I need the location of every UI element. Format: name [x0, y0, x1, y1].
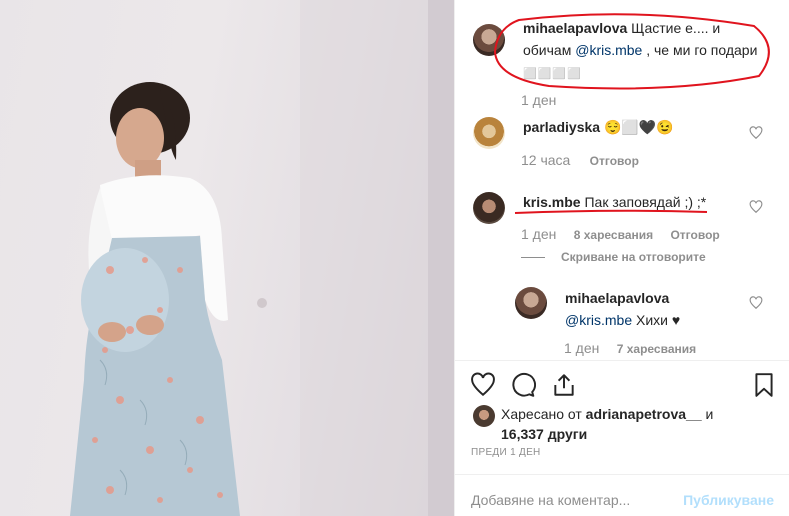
likes-prefix: Харесано от — [501, 406, 582, 422]
like-comment-heart-icon[interactable] — [749, 126, 763, 140]
like-comment-heart-icon[interactable] — [749, 296, 763, 310]
reply-button[interactable]: Отговор — [670, 228, 719, 242]
avatar[interactable] — [515, 287, 547, 319]
reply-mention[interactable]: @kris.mbe — [565, 312, 632, 328]
avatar[interactable] — [473, 192, 505, 224]
comment-likes[interactable]: 8 харесвания — [574, 228, 653, 242]
comment-bubble-icon[interactable] — [510, 372, 536, 398]
save-bookmark-icon[interactable] — [751, 372, 777, 398]
reply-meta: 1 ден 7 харесвания — [564, 340, 696, 356]
reply-likes[interactable]: 7 харесвания — [617, 342, 696, 356]
reply-body: Хихи ♥ — [636, 312, 681, 328]
reply-time[interactable]: 1 ден — [564, 340, 599, 356]
publish-button[interactable]: Публикуване — [683, 492, 774, 508]
share-icon[interactable] — [551, 372, 577, 398]
add-comment-bar: Добавяне на коментар... Публикуване — [455, 474, 789, 516]
comment-time[interactable]: 12 часа — [521, 152, 570, 168]
post-time[interactable]: ПРЕДИ 1 ДЕН — [471, 447, 541, 458]
avatar[interactable] — [473, 117, 505, 149]
comment-body: 😌⬜🖤😉 — [603, 119, 674, 135]
hide-replies-button[interactable]: Скриване на отговорите — [521, 250, 706, 264]
photo-illustration — [70, 0, 454, 516]
caption-time[interactable]: 1 ден — [521, 92, 556, 108]
like-heart-icon[interactable] — [470, 372, 496, 398]
post-panel: mihaelapavlova Щастие е.... и обичам @kr… — [454, 0, 789, 516]
comment-time[interactable]: 1 ден — [521, 226, 556, 242]
likes-summary: Харесано от adrianapetrova__ и 16,337 др… — [501, 404, 789, 444]
replies-line — [521, 257, 545, 259]
like-comment-heart-icon[interactable] — [749, 200, 763, 214]
red-annotation-ellipse — [493, 13, 770, 90]
comment-text: parladiyska 😌⬜🖤😉 — [523, 116, 674, 138]
hide-replies-label: Скриване на отговорите — [561, 250, 706, 264]
likes-conj: и — [705, 406, 714, 422]
comment-input[interactable]: Добавяне на коментар... — [471, 492, 630, 508]
comment-meta: 12 часа Отговор — [521, 152, 639, 168]
comments-list[interactable]: mihaelapavlova Щастие е.... и обичам @kr… — [455, 0, 789, 360]
likes-user[interactable]: adrianapetrova__ — [586, 406, 702, 422]
comment-meta: 1 ден 8 харесвания Отговор — [521, 226, 720, 242]
red-annotation-underline — [514, 209, 708, 214]
reply-text: mihaelapavlova @kris.mbe Хихи ♥ — [565, 287, 755, 331]
post-photo[interactable] — [0, 0, 454, 516]
reply-button[interactable]: Отговор — [590, 154, 639, 168]
reply-username[interactable]: mihaelapavlova — [565, 290, 669, 306]
liker-avatar[interactable] — [473, 405, 495, 427]
likes-count[interactable]: 16,337 други — [501, 426, 587, 442]
caption-meta: 1 ден — [521, 92, 556, 108]
comment-username[interactable]: parladiyska — [523, 119, 600, 135]
